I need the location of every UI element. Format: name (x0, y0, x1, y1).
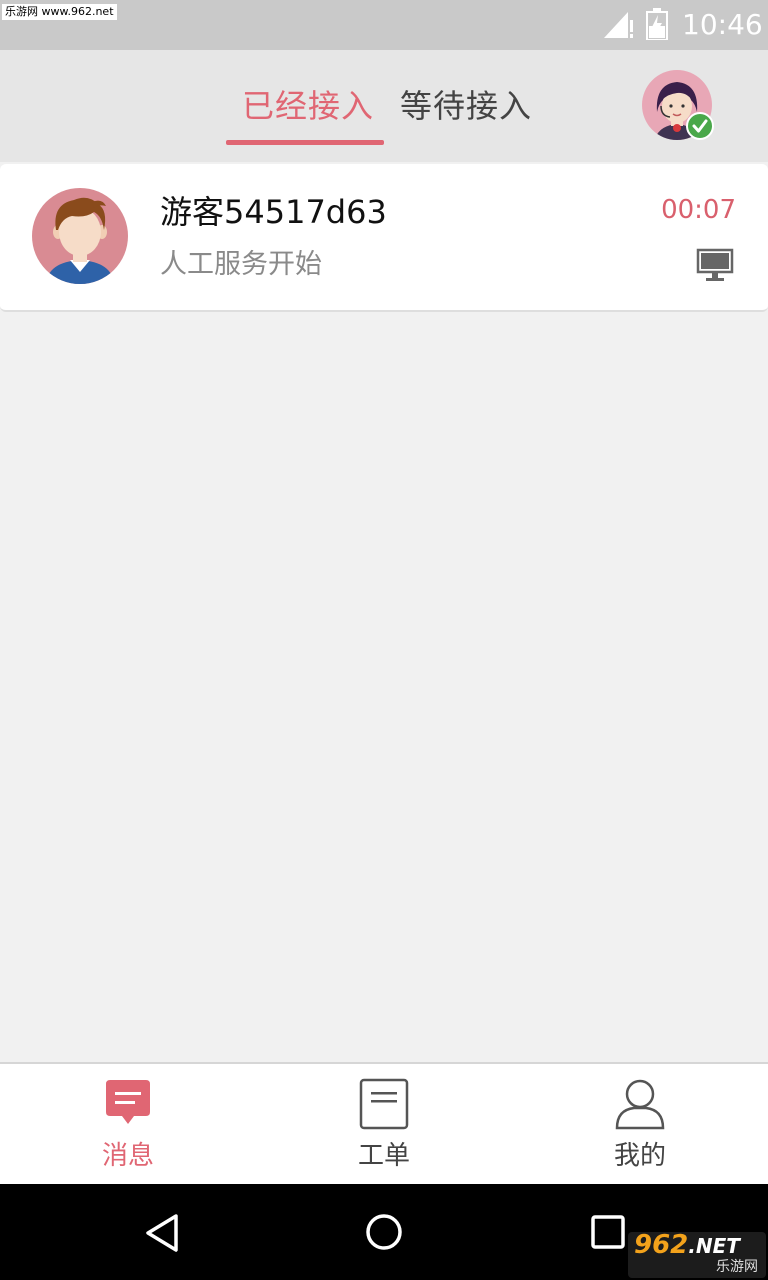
nav-mine[interactable]: 我的 (512, 1064, 768, 1184)
logo-suffix: .NET (688, 1234, 740, 1258)
nav-label-orders: 工单 (357, 1141, 410, 1171)
status-clock: 10:46 (682, 8, 763, 41)
header: 已经接入 等待接入 (0, 50, 768, 162)
visitor-name: 游客54517d63 (160, 193, 387, 231)
nav-label-mine: 我的 (613, 1141, 666, 1171)
android-nav-bar: 962.NET 乐游网 (0, 1184, 768, 1280)
back-icon[interactable] (142, 1212, 182, 1254)
conversation-item[interactable]: 游客54517d63 人工服务开始 00:07 (0, 164, 768, 312)
site-logo: 962.NET 乐游网 (628, 1230, 766, 1278)
conversation-time: 00:07 (661, 195, 736, 225)
person-icon (615, 1079, 665, 1130)
conversation-status: 人工服务开始 (160, 249, 322, 280)
logo-caption: 乐游网 (716, 1259, 758, 1275)
status-bar: 乐游网 www.962.net 10:46 (0, 0, 768, 50)
logo-number: 962 (634, 1230, 689, 1260)
nav-orders[interactable]: 工单 (256, 1064, 512, 1184)
nav-messages[interactable]: 消息 (0, 1064, 256, 1184)
tab-connected[interactable]: 已经接入 (242, 84, 374, 128)
monitor-icon (696, 248, 734, 281)
home-icon[interactable] (364, 1212, 404, 1252)
signal-icon (604, 12, 633, 38)
active-tab-indicator (226, 140, 384, 145)
tab-waiting[interactable]: 等待接入 (400, 84, 532, 128)
nav-label-messages: 消息 (101, 1141, 154, 1171)
document-icon (359, 1078, 409, 1130)
visitor-avatar (32, 188, 128, 284)
agent-avatar[interactable] (642, 70, 716, 144)
recent-apps-icon[interactable] (590, 1214, 626, 1250)
bottom-nav: 消息 工单 我的 (0, 1062, 768, 1184)
message-icon (106, 1080, 150, 1124)
watermark-text: 乐游网 www.962.net (2, 4, 117, 20)
battery-icon (646, 8, 668, 40)
